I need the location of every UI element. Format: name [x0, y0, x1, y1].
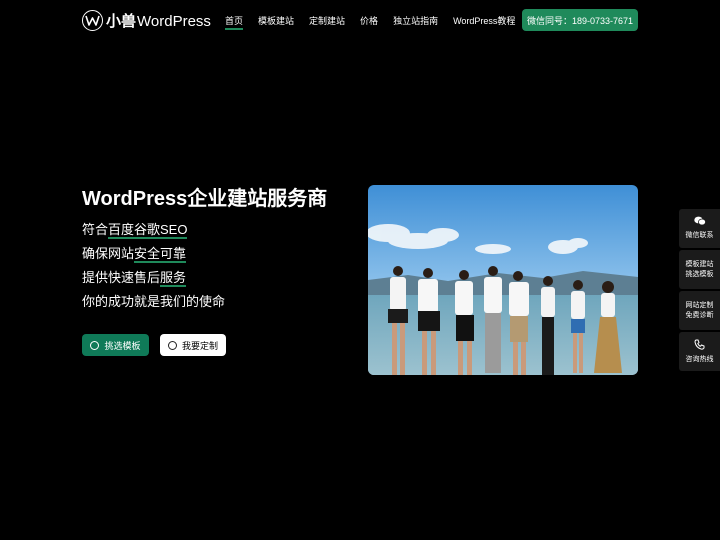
site-logo[interactable]: 小兽WordPress [82, 9, 211, 31]
nav-pricing[interactable]: 价格 [360, 0, 378, 40]
side-wechat-label: 微信联系 [685, 232, 714, 239]
side-custom-line1: 网站定制 [685, 301, 714, 309]
side-template-line1: 模板建站 [685, 260, 714, 268]
feature-list: 符合百度谷歌SEO 确保网站安全可靠 提供快速售后服务 你的成功就是我们的使命 [82, 221, 225, 317]
nav-template-site[interactable]: 模板建站 [258, 0, 294, 40]
wordpress-icon [167, 340, 177, 350]
feature-item: 你的成功就是我们的使命 [82, 294, 226, 309]
side-custom-diagnosis[interactable]: 网站定制 免费诊断 [679, 291, 720, 330]
side-custom-line2: 免费诊断 [685, 311, 714, 319]
side-template-build[interactable]: 模板建站 挑选模板 [679, 250, 720, 289]
feature-item: 提供快速售后服务 [82, 270, 187, 287]
nav-home[interactable]: 首页 [225, 0, 244, 40]
choose-template-label: 挑选模板 [104, 340, 141, 351]
phone-contact-button[interactable]: 微信同号：189-0733-7671 [522, 9, 638, 31]
feature-item: 确保网站安全可靠 [82, 246, 187, 263]
nav-custom-site[interactable]: 定制建站 [309, 0, 345, 40]
custom-build-button[interactable]: 我要定制 [160, 334, 226, 356]
custom-build-label: 我要定制 [181, 340, 218, 351]
side-template-line2: 挑选模板 [685, 270, 714, 278]
wordpress-icon [90, 340, 100, 350]
feature-item: 符合百度谷歌SEO [82, 222, 188, 239]
phone-icon [694, 339, 705, 354]
side-contact-panel: 微信联系 模板建站 挑选模板 网站定制 免费诊断 咨询热线 [679, 209, 720, 373]
nav-indie-guide[interactable]: 独立站指南 [393, 0, 438, 40]
side-hotline-label: 咨询热线 [685, 355, 714, 363]
logo-mark-icon [82, 9, 103, 31]
nav-wordpress-tutorial[interactable]: WordPress教程 [453, 0, 515, 40]
wechat-icon [693, 216, 706, 230]
hero-title: WordPress企业建站服务商 [82, 188, 328, 210]
logo-text: 小兽WordPress [106, 12, 211, 30]
site-header: 小兽WordPress 首页 模板建站 定制建站 价格 独立站指南 WordPr… [0, 0, 720, 40]
choose-template-button[interactable]: 挑选模板 [82, 334, 149, 356]
main-nav: 首页 模板建站 定制建站 价格 独立站指南 WordPress教程 [225, 0, 530, 40]
team-photo [368, 185, 638, 375]
side-hotline[interactable]: 咨询热线 [679, 332, 720, 371]
side-wechat-contact[interactable]: 微信联系 [679, 209, 720, 248]
